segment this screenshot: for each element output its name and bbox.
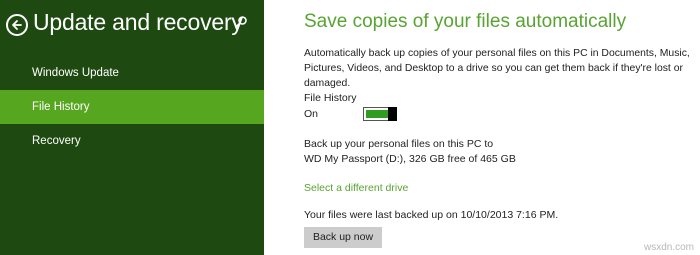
file-history-label: File History — [304, 92, 357, 104]
sidebar: Update and recovery Windows Update File … — [0, 0, 264, 255]
toggle-thumb — [388, 107, 397, 121]
toggle-state-label: On — [304, 108, 319, 120]
sidebar-item-label: Windows Update — [32, 67, 119, 79]
file-history-toggle[interactable] — [363, 107, 397, 121]
sidebar-item-windows-update[interactable]: Windows Update — [0, 56, 264, 90]
sidebar-item-recovery[interactable]: Recovery — [0, 124, 264, 158]
backup-target-text: Back up your personal files on this PC t… — [304, 138, 494, 150]
sidebar-item-label: Recovery — [32, 135, 81, 147]
last-backup-text: Your files were last backed up on 10/10/… — [304, 209, 559, 221]
search-icon[interactable] — [233, 15, 249, 31]
watermark: wsxdn.com — [643, 242, 694, 253]
back-arrow-icon[interactable] — [6, 14, 28, 36]
section-heading: Save copies of your files automatically — [304, 11, 627, 32]
description-text: Automatically back up copies of your per… — [304, 48, 690, 89]
page-title: Update and recovery — [33, 9, 243, 35]
sidebar-item-label: File History — [32, 101, 90, 113]
back-up-now-button[interactable]: Back up now — [304, 227, 382, 248]
select-different-drive-link[interactable]: Select a different drive — [304, 182, 408, 194]
toggle-fill — [366, 110, 388, 118]
sidebar-item-file-history[interactable]: File History — [0, 90, 264, 124]
backup-drive-text: WD My Passport (D:), 326 GB free of 465 … — [304, 153, 516, 165]
main-content: Save copies of your files automatically … — [264, 0, 700, 255]
